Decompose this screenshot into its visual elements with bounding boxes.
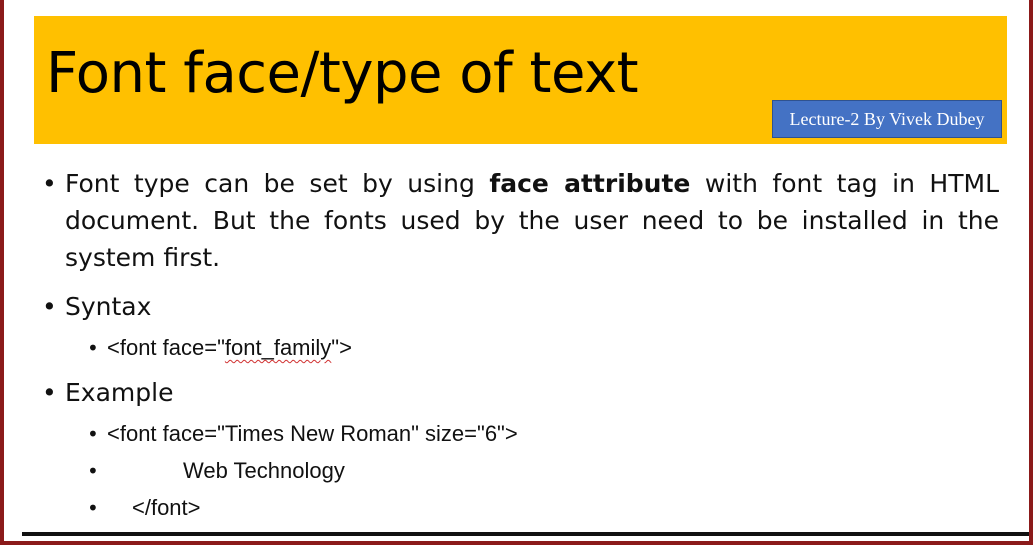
syntax-code-end: "> <box>331 335 352 360</box>
bullet-dot: • <box>42 169 57 198</box>
syntax-code-line: <font face="font_family"> <box>107 331 352 365</box>
syntax-heading: Syntax <box>65 292 152 321</box>
sub-bullet-dot: • <box>87 459 99 483</box>
example-line-content: Web Technology <box>183 458 345 483</box>
slide-content: • Font type can be set by using face att… <box>4 0 1029 541</box>
syntax-code-start: <font face=" <box>107 335 225 360</box>
example-line-open-tag: <font face="Times New Roman" size="6"> <box>107 421 518 446</box>
syntax-code-placeholder: font_family <box>224 335 332 360</box>
example-line-close-tag: </font> <box>132 495 201 520</box>
paragraph-bold-term: face attribute <box>489 169 691 198</box>
intro-paragraph: Font type can be set by using face attri… <box>65 165 999 276</box>
bullet-dot: • <box>42 292 57 321</box>
example-heading: Example <box>65 378 174 407</box>
slide: Font face/type of text Lecture-2 By Vive… <box>0 0 1033 545</box>
sub-bullet-dot: • <box>87 422 99 446</box>
paragraph-text-start: Font type can be set by using <box>65 169 490 198</box>
sub-bullet-dot: • <box>87 336 99 360</box>
bullet-dot: • <box>42 378 57 407</box>
sub-bullet-dot: • <box>87 496 99 520</box>
bottom-rule <box>22 532 1029 536</box>
